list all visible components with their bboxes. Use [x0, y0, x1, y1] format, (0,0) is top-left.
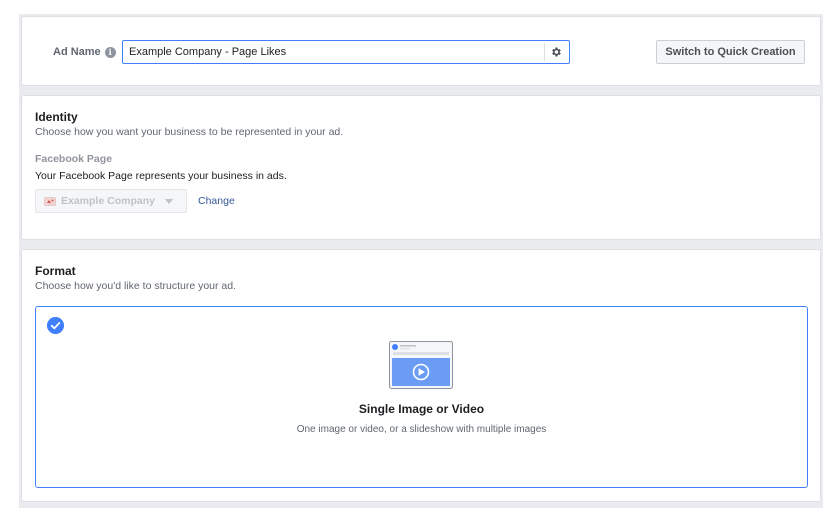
facebook-page-description: Your Facebook Page represents your busin… [35, 170, 287, 182]
format-option-single-image-video[interactable]: Single Image or Video One image or video… [35, 306, 808, 488]
format-card: Format Choose how you'd like to structur… [21, 249, 821, 502]
ad-name-input[interactable] [122, 40, 570, 64]
identity-subtitle: Choose how you want your business to be … [35, 126, 344, 138]
selected-page-name: Example Company [61, 195, 155, 207]
input-divider [544, 43, 545, 61]
facebook-page-label: Facebook Page [35, 153, 113, 165]
info-icon[interactable]: i [104, 46, 116, 58]
change-page-link[interactable]: Change [198, 195, 235, 207]
identity-title: Identity [35, 110, 78, 124]
gear-icon[interactable] [550, 46, 562, 58]
format-option-description: One image or video, or a slideshow with … [296, 424, 547, 435]
format-option-name: Single Image or Video [358, 402, 485, 416]
ad-name-label: Ad Name [53, 46, 101, 58]
check-icon [47, 317, 64, 334]
switch-to-quick-creation-button[interactable]: Switch to Quick Creation [656, 40, 805, 64]
ad-creation-page: Ad Name i Switch to Quick Creation Ident… [0, 0, 839, 524]
facebook-page-select[interactable]: Example Company [35, 189, 187, 213]
identity-card: Identity Choose how you want your busine… [21, 95, 821, 240]
ad-name-card: Ad Name i Switch to Quick Creation [21, 16, 821, 86]
ad-name-label-group: Ad Name i [53, 46, 116, 58]
page-logo-icon [44, 196, 56, 206]
caret-down-icon [164, 198, 173, 204]
format-title: Format [35, 264, 76, 278]
single-image-video-icon [389, 341, 453, 389]
format-subtitle: Choose how you'd like to structure your … [35, 280, 237, 292]
